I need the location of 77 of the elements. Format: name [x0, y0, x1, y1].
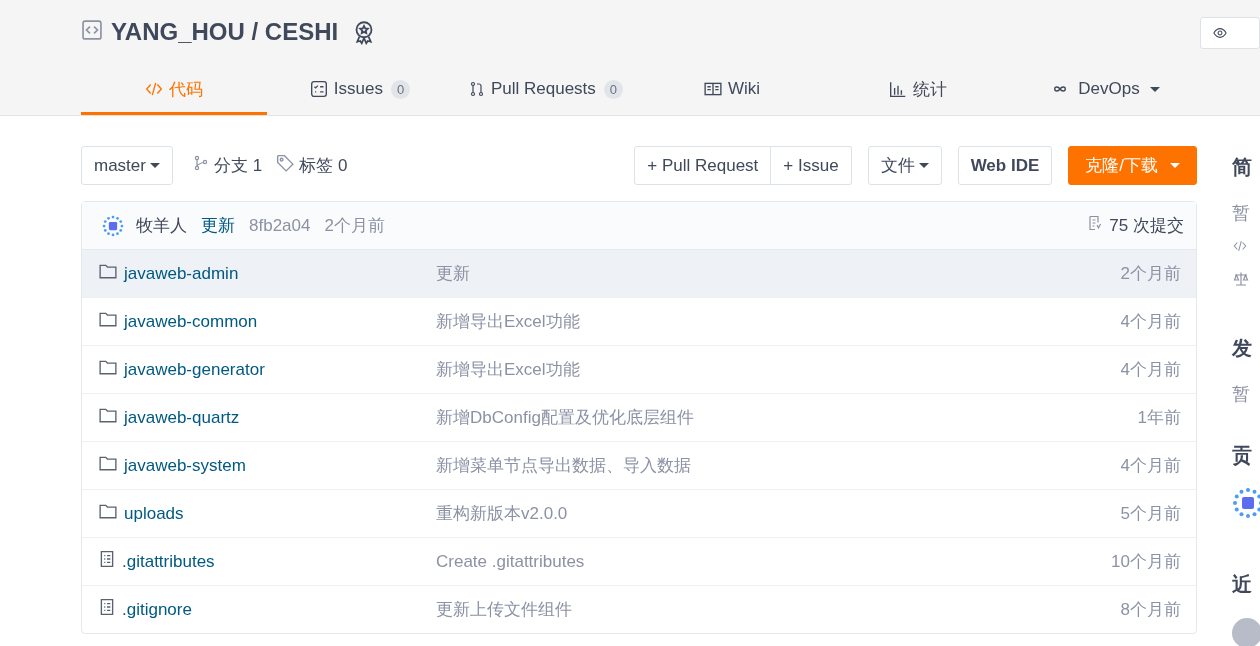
caret-icon [918, 163, 929, 168]
checklist-icon [309, 80, 328, 98]
commit-time: 2个月前 [1120, 263, 1181, 285]
file-name[interactable]: .gitignore [122, 599, 192, 620]
bar-chart-icon [889, 80, 907, 98]
pull-request-icon [468, 80, 485, 98]
caret-icon [1170, 163, 1180, 168]
folder-icon [98, 262, 118, 280]
nav-tab[interactable]: Wiki [639, 64, 825, 115]
file-row[interactable]: .gitignore 更新上传文件组件 8个月前 [82, 586, 1196, 633]
sidebar-text: 暂 [1232, 202, 1250, 225]
nav-tab[interactable]: 统计 [825, 64, 1011, 115]
file-name[interactable]: javaweb-common [124, 311, 258, 332]
file-name[interactable]: .gitattributes [122, 551, 215, 572]
file-row[interactable]: javaweb-system 新增菜单节点导出数据、导入数据 4个月前 [82, 442, 1196, 490]
file-dropdown[interactable]: 文件 [867, 146, 942, 185]
file-row[interactable]: .gitattributes Create .gitattributes 10个月前 [82, 538, 1196, 586]
nav-tab[interactable]: Pull Requests 0 [453, 64, 639, 115]
commit-message[interactable]: 更新 [201, 214, 235, 237]
count-badge: 0 [603, 79, 624, 99]
watch-button[interactable] [1200, 17, 1260, 49]
issue-button[interactable]: + Issue [771, 146, 852, 185]
commit-time: 8个月前 [1120, 599, 1181, 621]
commit-time: 4个月前 [1120, 311, 1181, 333]
count-badge: 0 [390, 79, 411, 99]
text-file-icon [98, 550, 116, 568]
code-icon [1232, 239, 1248, 253]
folder-icon [98, 358, 118, 376]
file-row[interactable]: javaweb-common 新增导出Excel功能 4个月前 [82, 298, 1196, 346]
code-square-icon [81, 19, 103, 41]
sidebar-text: 暂 [1232, 383, 1250, 406]
file-name[interactable]: javaweb-system [124, 455, 246, 476]
commit-count-link[interactable]: 75 次提交 [1109, 214, 1184, 237]
commit-time: 4个月前 [1120, 359, 1181, 381]
branch-dropdown[interactable]: master [81, 146, 173, 185]
commit-time: 10个月前 [1111, 551, 1181, 573]
folder-icon [98, 310, 118, 328]
nav-tab[interactable]: DevOps [1011, 64, 1197, 115]
dotted-logo-avatar-icon [102, 214, 124, 237]
code-icon [145, 80, 163, 98]
contributor-avatar-icon [1232, 487, 1260, 519]
file-row[interactable]: uploads 重构新版本v2.0.0 5个月前 [82, 490, 1196, 538]
user-avatar [1232, 618, 1260, 646]
tag-count-link[interactable]: 标签 0 [299, 154, 348, 177]
folder-icon [98, 502, 118, 520]
file-name[interactable]: uploads [124, 503, 184, 524]
file-row[interactable]: javaweb-generator 新增导出Excel功能 4个月前 [82, 346, 1196, 394]
commit-time: 1年前 [1137, 407, 1181, 429]
folder-icon [98, 454, 118, 472]
repo-title: YANG_HOU / CESHI [111, 18, 339, 46]
file-row[interactable]: javaweb-admin 更新 2个月前 [82, 250, 1196, 298]
scale-icon [1232, 271, 1250, 287]
eye-icon [1211, 26, 1229, 40]
caret-icon [1149, 86, 1160, 92]
file-name[interactable]: javaweb-admin [124, 263, 239, 284]
branch-count-link[interactable]: 分支 1 [213, 154, 263, 177]
folder-icon [98, 406, 118, 424]
tag-icon [276, 154, 295, 172]
commit-author[interactable]: 牧羊人 [136, 214, 187, 237]
file-name[interactable]: javaweb-quartz [124, 407, 240, 428]
web-ide-button[interactable]: Web IDE [957, 146, 1053, 185]
document-icon [1087, 214, 1104, 232]
commit-time: 4个月前 [1120, 455, 1181, 477]
file-row[interactable]: javaweb-quartz 新增DbConfig配置及优化底层组件 1年前 [82, 394, 1196, 442]
nav-tab[interactable]: Issues 0 [267, 64, 453, 115]
text-file-icon [98, 598, 116, 616]
commit-time: 2个月前 [324, 215, 385, 237]
caret-icon [149, 163, 160, 168]
sidebar-heading: 近 [1232, 572, 1252, 597]
sidebar-heading: 贡 [1232, 443, 1252, 468]
branch-icon [192, 154, 209, 172]
file-name[interactable]: javaweb-generator [124, 359, 265, 380]
pull-request-button[interactable]: + Pull Request [634, 146, 772, 185]
commit-time: 5个月前 [1120, 503, 1181, 525]
book-icon [703, 80, 722, 98]
sidebar-heading: 发 [1232, 336, 1252, 361]
sidebar-heading: 简 [1232, 155, 1252, 180]
